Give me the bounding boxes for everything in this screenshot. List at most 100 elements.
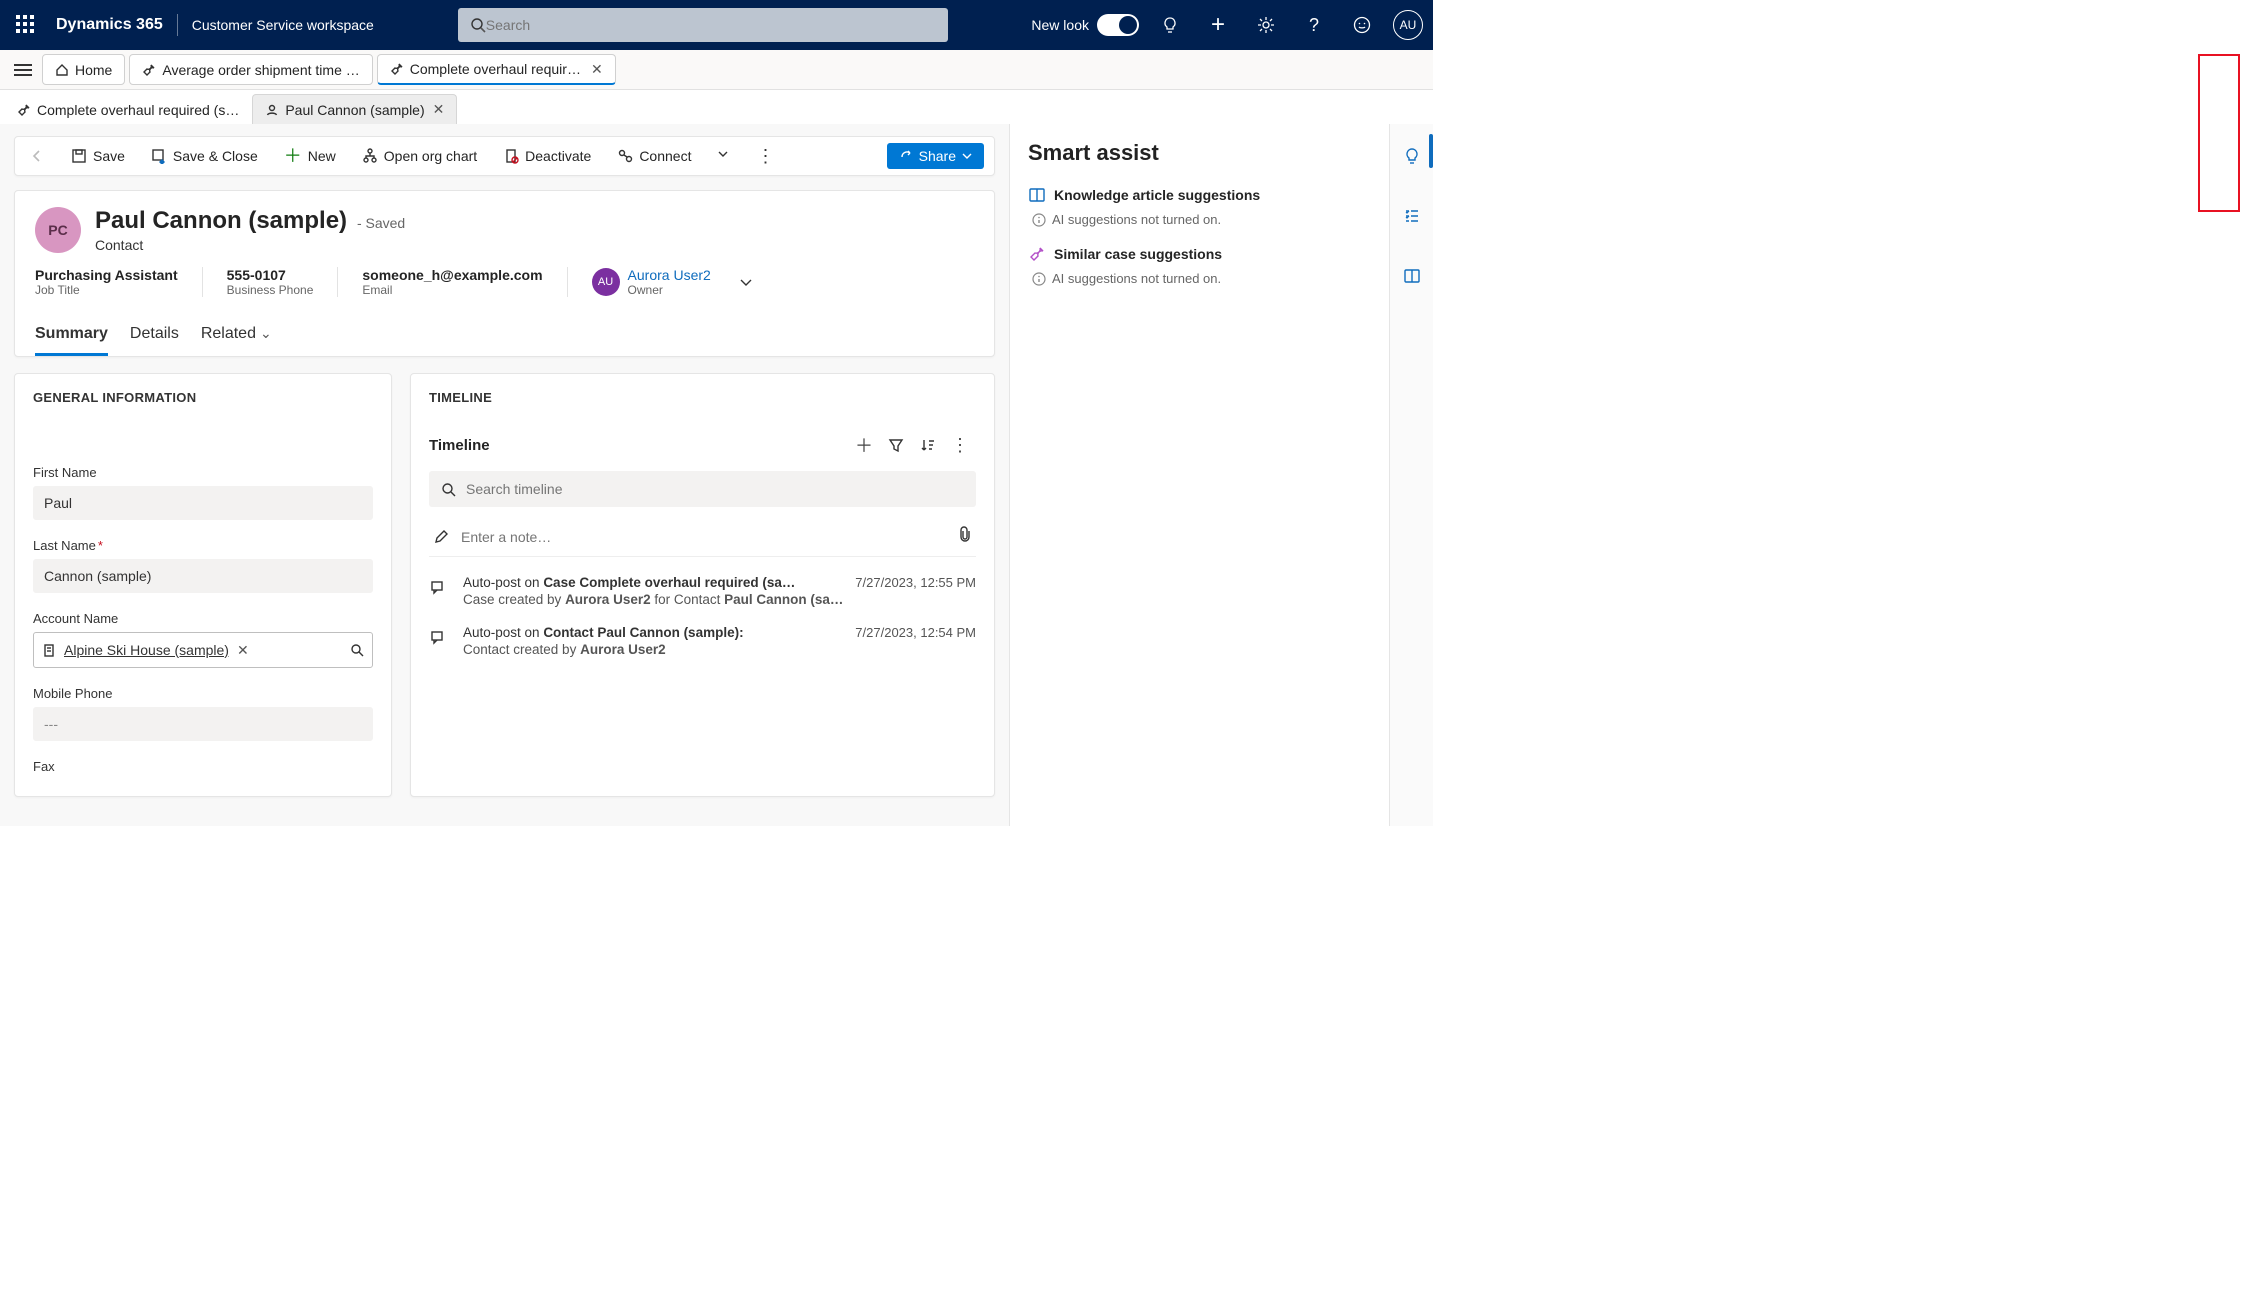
tab-home[interactable]: Home [42, 54, 125, 85]
deactivate-button[interactable]: Deactivate [499, 144, 595, 168]
more-commands-button[interactable]: ⋮ [755, 146, 775, 167]
wrench-icon [1028, 245, 1046, 263]
user-avatar[interactable]: AU [1393, 10, 1423, 40]
contact-avatar: PC [35, 207, 81, 253]
plus-icon: ＋ [284, 149, 302, 163]
subtab-close-button[interactable]: ✕ [433, 101, 445, 118]
knowledge-article-section[interactable]: Knowledge article suggestions [1028, 186, 1371, 204]
info-icon [1032, 213, 1046, 227]
new-look-toggle[interactable] [1097, 14, 1139, 36]
timeline-timestamp: 7/27/2023, 12:55 PM [855, 575, 976, 590]
product-brand: Dynamics 365 [56, 16, 163, 34]
save-close-button[interactable]: Save & Close [147, 144, 262, 168]
global-search-input[interactable] [486, 17, 936, 33]
account-link[interactable]: Alpine Ski House (sample) [64, 642, 229, 658]
attachment-icon[interactable] [958, 526, 972, 547]
header-field-email: someone_h@example.com Email [362, 267, 567, 297]
new-look-toggle-group: New look [1031, 14, 1139, 36]
knowledge-article-message: AI suggestions not turned on. [1032, 212, 1371, 227]
timeline-item[interactable]: Auto-post on Contact Paul Cannon (sample… [429, 625, 976, 657]
settings-gear-icon[interactable] [1249, 8, 1283, 42]
last-name-input[interactable] [33, 559, 373, 593]
smart-assist-rail-button[interactable] [1394, 138, 1430, 174]
new-button[interactable]: ＋ New [280, 144, 340, 168]
fax-label: Fax [33, 759, 373, 774]
org-chart-icon [362, 148, 378, 164]
nav-menu-button[interactable] [6, 50, 40, 89]
tab-avg-order[interactable]: Average order shipment time … [129, 54, 372, 85]
tab-summary[interactable]: Summary [35, 317, 108, 356]
wrench-icon [390, 62, 404, 76]
timeline-note-input[interactable] [461, 529, 946, 545]
add-timeline-item-button[interactable]: ＋ [848, 429, 880, 461]
sort-icon[interactable] [912, 429, 944, 461]
knowledge-rail-button[interactable] [1394, 258, 1430, 294]
first-name-input[interactable] [33, 486, 373, 520]
tab-details[interactable]: Details [130, 317, 179, 356]
rail-active-indicator [1429, 134, 1433, 168]
general-information-section: GENERAL INFORMATION First Name Last Name… [14, 373, 392, 797]
last-name-label: Last Name* [33, 538, 373, 553]
section-heading: TIMELINE [429, 390, 976, 405]
lightbulb-icon[interactable] [1153, 8, 1187, 42]
feedback-smile-icon[interactable] [1345, 8, 1379, 42]
filter-icon[interactable] [880, 429, 912, 461]
building-icon [42, 643, 56, 657]
more-timeline-button[interactable]: ⋮ [944, 429, 976, 461]
smart-assist-panel: Smart assist Knowledge article suggestio… [1009, 124, 1389, 826]
open-org-chart-button[interactable]: Open org chart [358, 144, 481, 168]
tab-label: Home [75, 62, 112, 78]
mobile-phone-input[interactable] [33, 707, 373, 741]
tab-related[interactable]: Related [201, 317, 272, 356]
header-field-owner[interactable]: AU Aurora User2 Owner [592, 267, 777, 297]
save-button[interactable]: Save [67, 144, 129, 168]
share-button[interactable]: Share [887, 143, 984, 169]
agent-scripts-rail-button[interactable] [1394, 198, 1430, 234]
add-icon[interactable]: + [1201, 8, 1235, 42]
tab-close-button[interactable]: ✕ [591, 61, 603, 78]
timeline-timestamp: 7/27/2023, 12:54 PM [855, 625, 976, 640]
timeline-note-row[interactable] [429, 517, 976, 557]
back-button[interactable] [25, 144, 49, 168]
entity-type: Contact [95, 237, 405, 253]
subtab-contact[interactable]: Paul Cannon (sample) ✕ [252, 94, 457, 124]
clear-lookup-button[interactable]: ✕ [237, 642, 249, 659]
section-heading: GENERAL INFORMATION [33, 390, 373, 405]
help-icon[interactable]: ? [1297, 8, 1331, 42]
owner-link[interactable]: Aurora User2 [628, 267, 711, 283]
save-status: - Saved [357, 215, 405, 231]
book-icon [1028, 186, 1046, 204]
info-icon [1032, 272, 1046, 286]
mobile-phone-label: Mobile Phone [33, 686, 373, 701]
form-tabs: Summary Details Related [35, 317, 974, 356]
subtab-label: Complete overhaul required (s… [37, 102, 239, 118]
workspace-name[interactable]: Customer Service workspace [192, 17, 374, 33]
timeline-search-input[interactable] [466, 481, 964, 497]
home-icon [55, 63, 69, 77]
subtab-case[interactable]: Complete overhaul required (s… [4, 95, 252, 124]
app-tabs: Complete overhaul required (s… Paul Cann… [0, 90, 1433, 124]
account-lookup[interactable]: Alpine Ski House (sample) ✕ [33, 632, 373, 668]
subtab-label: Paul Cannon (sample) [285, 102, 424, 118]
similar-case-section[interactable]: Similar case suggestions [1028, 245, 1371, 263]
search-icon[interactable] [350, 643, 364, 657]
global-nav: Dynamics 365 Customer Service workspace … [0, 0, 1433, 50]
pencil-icon [433, 529, 449, 545]
connect-button[interactable]: Connect [613, 144, 695, 168]
tab-label: Average order shipment time … [162, 62, 359, 78]
chevron-down-icon [256, 325, 272, 342]
header-field-job-title: Purchasing Assistant Job Title [35, 267, 203, 297]
timeline-title: Timeline [429, 437, 490, 454]
search-icon [470, 17, 486, 33]
save-icon [71, 148, 87, 164]
global-search[interactable] [458, 8, 948, 42]
app-launcher-icon[interactable] [16, 15, 36, 35]
timeline-item[interactable]: Auto-post on Case Complete overhaul requ… [429, 575, 976, 607]
tab-complete-overhaul[interactable]: Complete overhaul requir… ✕ [377, 54, 616, 85]
wrench-icon [17, 103, 31, 117]
chevron-down-icon [962, 151, 972, 161]
autopost-icon [429, 575, 449, 598]
connect-dropdown[interactable] [713, 144, 737, 168]
timeline-search[interactable] [429, 471, 976, 507]
chevron-down-icon[interactable] [739, 275, 753, 289]
